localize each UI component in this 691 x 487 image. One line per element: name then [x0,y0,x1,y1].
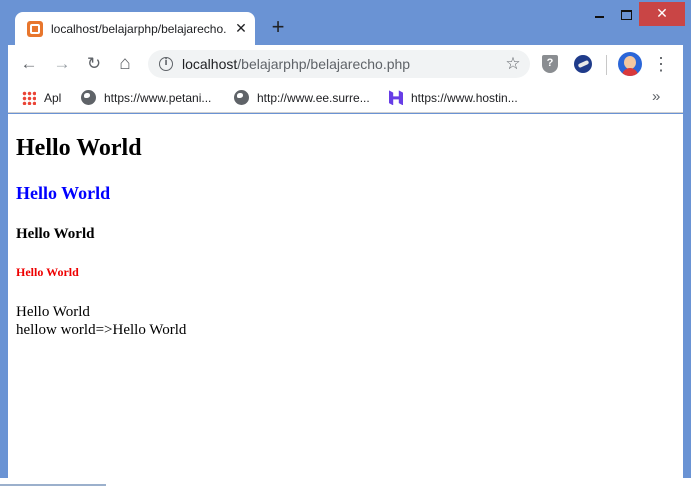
new-tab-button[interactable]: + [267,16,289,38]
bookmark-label: https://www.petani... [104,91,212,105]
heading-3: Hello World [16,226,95,242]
info-icon[interactable]: i [159,57,173,71]
home-button[interactable]: ⌂ [114,53,136,75]
titlebar: localhost/belajarphp/belajarecho.php ✕ +… [0,0,691,46]
page-content: Hello World Hello World Hello World Hell… [8,114,683,478]
address-bar[interactable]: i localhost/belajarphp/belajarecho.php ☆ [148,50,530,78]
echo-line-1: Hello World [16,304,90,320]
bookmark-label: https://www.hostin... [411,91,518,105]
heading-4-red: Hello World [16,265,79,279]
bookmarks-overflow-icon[interactable]: » [652,87,660,107]
bird-extension-icon[interactable] [574,55,592,73]
bookmark-label: Apl [44,91,62,105]
heading-2-blue: Hello World [16,183,111,203]
browser-tab[interactable]: localhost/belajarphp/belajarecho.php ✕ [15,12,255,46]
close-window-button[interactable]: ✕ [639,2,685,26]
globe-icon [234,90,249,106]
profile-avatar[interactable] [618,52,642,76]
forward-button[interactable]: → [51,53,73,75]
globe-icon [81,90,96,106]
taskbar-shadow [0,484,106,486]
reload-button[interactable]: ↻ [83,53,105,75]
apps-grid-icon [22,90,36,105]
window-bottom-border [0,478,691,487]
bookmark-label: http://www.ee.surre... [257,91,370,105]
browser-window: localhost/belajarphp/belajarecho.php ✕ +… [0,0,691,487]
bookmark-ee-surrey[interactable]: http://www.ee.surre... [234,89,370,107]
url-path: /belajarphp/belajarecho.php [237,56,411,72]
maximize-button[interactable] [612,2,640,26]
heading-1: Hello World [16,135,142,161]
browser-menu-icon[interactable]: ⋮ [652,53,670,75]
xampp-favicon-icon [27,21,43,37]
echo-line-2: hellow world=>Hello World [16,322,187,338]
hostinger-icon [389,90,403,106]
url-host: localhost [182,56,238,72]
bookmark-hostinger[interactable]: https://www.hostin... [389,89,518,107]
browser-toolbar: ← → ↻ ⌂ i localhost/belajarphp/belajarec… [8,45,683,83]
bookmark-petani[interactable]: https://www.petani... [81,89,211,107]
tab-title: localhost/belajarphp/belajarecho.php [51,22,227,36]
bookmarks-bar: Apl https://www.petani... http://www.ee.… [8,83,683,113]
bookmark-apps[interactable]: Apl [22,89,61,107]
bookmark-star-icon[interactable]: ☆ [504,55,522,73]
url-text[interactable]: localhost/belajarphp/belajarecho.php [182,56,410,72]
back-button[interactable]: ← [18,53,40,75]
shield-extension-icon[interactable]: ? [542,55,558,73]
toolbar-separator [606,55,607,75]
tab-close-icon[interactable]: ✕ [233,20,249,36]
